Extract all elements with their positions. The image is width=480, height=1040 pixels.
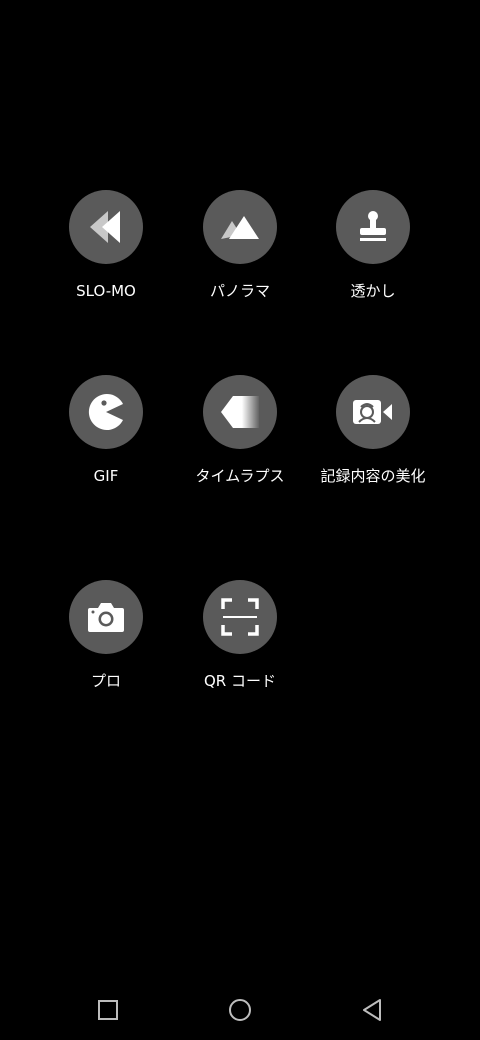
mode-panorama[interactable]: パノラマ xyxy=(176,190,304,300)
gif-button[interactable] xyxy=(69,375,143,449)
timelapse-label: タイムラプス xyxy=(195,467,285,485)
camera-icon xyxy=(88,603,124,632)
pro-button[interactable] xyxy=(69,580,143,654)
qr-scan-icon xyxy=(221,598,259,636)
pro-label: プロ xyxy=(90,672,121,690)
mode-slomo[interactable]: SLO-MO xyxy=(42,190,170,300)
beauty-video-icon xyxy=(353,400,392,424)
watermark-label: 透かし xyxy=(350,282,396,300)
slomo-label: SLO-MO xyxy=(76,282,136,300)
mode-pro[interactable]: プロ xyxy=(42,580,170,690)
navigation-bar xyxy=(0,980,480,1040)
home-button[interactable] xyxy=(220,990,260,1030)
triangle-back-icon xyxy=(363,999,381,1021)
square-icon xyxy=(98,1000,118,1020)
panorama-button[interactable] xyxy=(203,190,277,264)
back-button[interactable] xyxy=(352,990,392,1030)
mode-timelapse[interactable]: タイムラプス xyxy=(176,375,304,485)
mode-qr[interactable]: QR コード xyxy=(176,580,304,690)
mode-gif[interactable]: GIF xyxy=(42,375,170,485)
qr-button[interactable] xyxy=(203,580,277,654)
beautify-button[interactable] xyxy=(336,375,410,449)
pacman-icon xyxy=(88,394,123,430)
slomo-button[interactable] xyxy=(69,190,143,264)
watermark-button[interactable] xyxy=(336,190,410,264)
gif-label: GIF xyxy=(93,467,119,485)
panorama-label: パノラマ xyxy=(209,282,270,300)
beautify-label: 記録内容の美化 xyxy=(320,467,426,485)
recents-button[interactable] xyxy=(88,990,128,1030)
stamp-icon xyxy=(360,211,386,241)
timelapse-icon xyxy=(221,396,259,428)
mode-beautify[interactable]: 記録内容の美化 xyxy=(309,375,437,485)
circle-icon xyxy=(229,999,251,1021)
mode-watermark[interactable]: 透かし xyxy=(309,190,437,300)
rewind-icon xyxy=(90,211,120,243)
mountain-icon xyxy=(221,216,259,239)
qr-label: QR コード xyxy=(204,672,276,690)
timelapse-button[interactable] xyxy=(203,375,277,449)
